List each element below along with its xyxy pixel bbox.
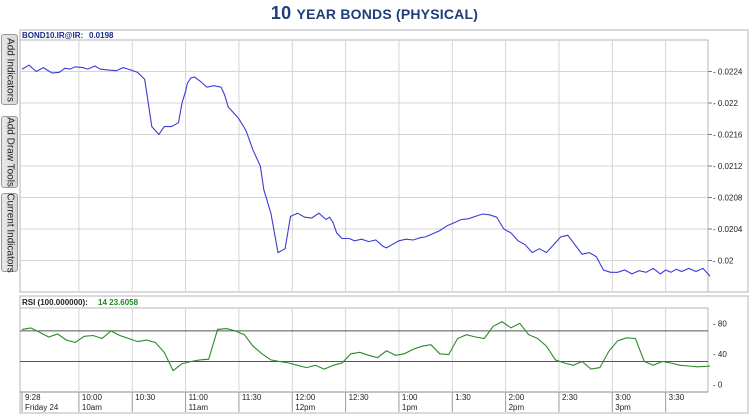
x-tick-sublabel: 12pm (295, 403, 315, 412)
price-y-tick-label: - 0.0212 (713, 162, 743, 171)
x-axis: 9:28Friday 24 10:0010am 10:30 11:0011am 11:3… (21, 392, 685, 412)
x-tick-label: 9:28 (25, 393, 41, 402)
price-y-tick-label: - 0.02 (713, 257, 734, 266)
x-tick-sublabel: 11am (189, 403, 209, 412)
x-tick-sublabel: 1pm (402, 403, 418, 412)
chart-area[interactable]: - 0.02 - 0.0204 - 0.0208 - 0.0212 - 0.0216 - … (0, 0, 749, 415)
rsi-y-tick-label: - 0 (713, 380, 723, 389)
x-tick-sublabel: Friday 24 (25, 403, 59, 412)
x-tick-sublabel: 10am (82, 403, 102, 412)
x-tick-label: 2:30 (562, 393, 578, 402)
rsi-values: 14 23.6058 (98, 298, 139, 307)
x-tick-label: 10:00 (82, 393, 103, 402)
price-y-tick-label: - 0.0208 (713, 194, 743, 203)
x-tick-label: 12:30 (349, 393, 370, 402)
x-tick-label: 3:30 (669, 393, 685, 402)
rsi-y-axis: - 0 - 40 - 80 (713, 319, 727, 389)
price-y-tick-label: - 0.022 (713, 99, 738, 108)
x-tick-label: 1:00 (402, 393, 418, 402)
price-y-tick-label: - 0.0216 (713, 131, 743, 140)
x-tick-label: 2:00 (509, 393, 525, 402)
x-tick-sublabel: 2pm (509, 403, 525, 412)
x-tick-sublabel: 3pm (615, 403, 631, 412)
rsi-y-tick-label: - 80 (713, 319, 727, 328)
x-tick-label: 11:00 (189, 393, 209, 402)
price-y-tick-label: - 0.0224 (713, 68, 743, 77)
x-tick-label: 10:30 (135, 393, 156, 402)
symbol-label: BOND10.IR@IR: (22, 31, 83, 40)
price-y-tick-label: - 0.0204 (713, 225, 743, 234)
price-y-axis: - 0.02 - 0.0204 - 0.0208 - 0.0212 - 0.0216 - … (708, 68, 743, 266)
rsi-label: RSI (100.000000): (22, 298, 88, 307)
x-tick-label: 12:00 (295, 393, 316, 402)
rsi-plot-frame (19, 307, 709, 393)
last-value: 0.0198 (89, 31, 114, 40)
rsi-y-tick-label: - 40 (713, 350, 727, 359)
x-tick-label: 3:00 (615, 393, 631, 402)
x-tick-label: 1:30 (455, 393, 471, 402)
x-tick-label: 11:30 (242, 393, 262, 402)
